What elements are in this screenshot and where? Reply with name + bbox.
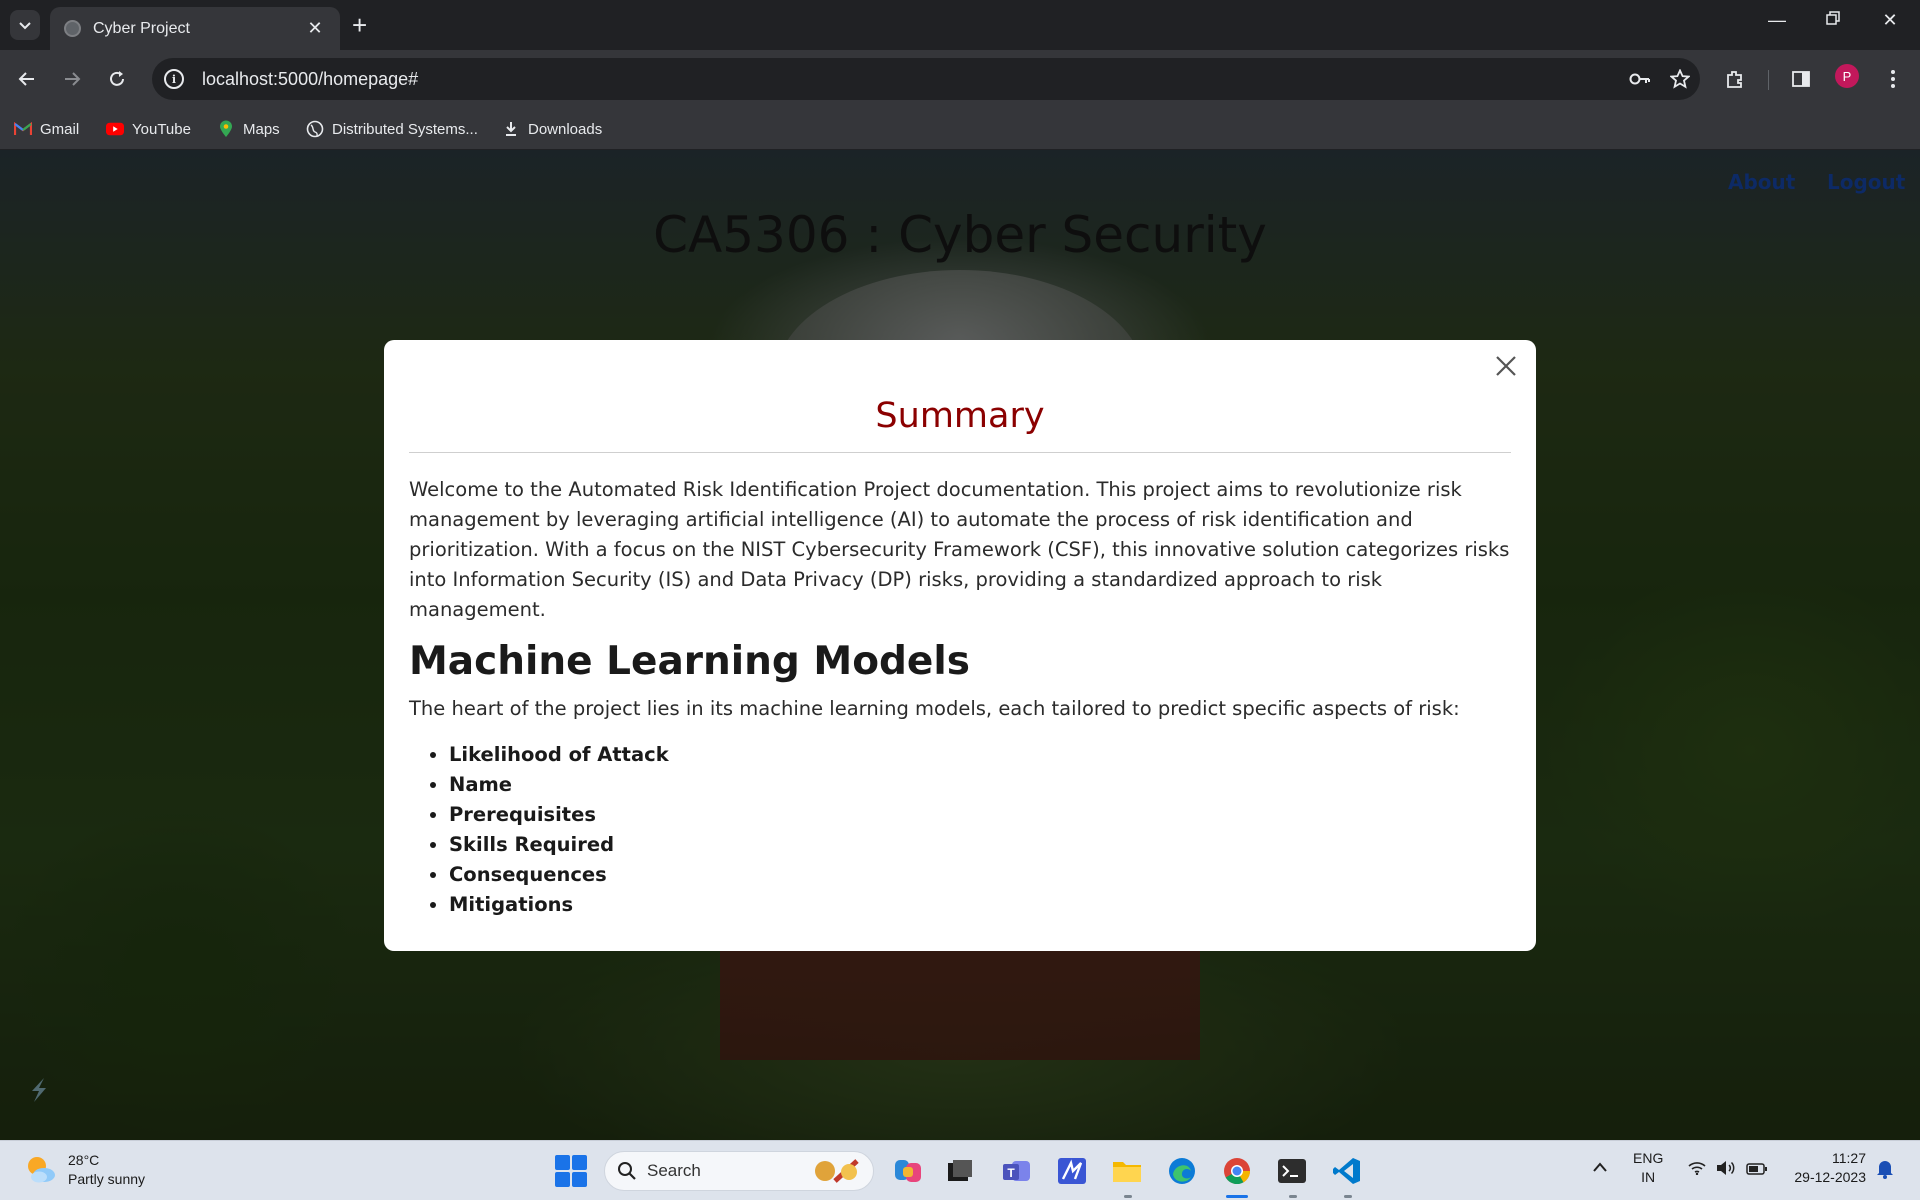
tab-title: Cyber Project: [93, 19, 190, 37]
language-indicator[interactable]: ENG IN: [1633, 1149, 1663, 1187]
bookmark-label: YouTube: [132, 120, 191, 138]
toolbar-divider: [1768, 70, 1769, 90]
menu-dots-icon[interactable]: [1878, 64, 1908, 94]
weather-temperature: 28°C: [68, 1152, 100, 1168]
running-indicator: [1124, 1195, 1132, 1198]
gmail-icon: [14, 120, 32, 138]
list-item: Consequences: [449, 860, 1511, 890]
minimize-icon[interactable]: —: [1757, 10, 1797, 31]
section-heading: Machine Learning Models: [409, 639, 970, 684]
bookmark-youtube[interactable]: YouTube: [106, 116, 191, 142]
bookmark-maps[interactable]: Maps: [217, 116, 280, 142]
terminal-icon[interactable]: [1274, 1153, 1310, 1189]
active-indicator: [1226, 1195, 1248, 1198]
bookmark-label: Gmail: [40, 120, 80, 138]
restore-icon[interactable]: [1813, 10, 1853, 31]
modal-title: Summary: [875, 396, 1045, 436]
clock[interactable]: 11:27 29-12-2023: [1786, 1149, 1866, 1187]
list-item: Prerequisites: [449, 800, 1511, 830]
windows-taskbar: 28°C Partly sunny Search T ENG IN 11:27 …: [0, 1140, 1920, 1200]
weather-description: Partly sunny: [68, 1171, 146, 1187]
search-highlight-icon: [815, 1159, 859, 1183]
task-view-icon[interactable]: [942, 1153, 978, 1189]
copilot-icon[interactable]: [890, 1153, 926, 1189]
chrome-icon[interactable]: [1219, 1153, 1255, 1189]
youtube-icon: [106, 120, 124, 138]
edge-icon[interactable]: [1164, 1153, 1200, 1189]
chevron-down-icon: [19, 22, 31, 30]
partly-sunny-icon: [24, 1153, 58, 1187]
tab-favicon-icon: [64, 20, 81, 37]
url-text[interactable]: localhost:5000/homepage#: [202, 69, 1620, 90]
extensions-icon[interactable]: [1720, 64, 1750, 94]
reload-icon[interactable]: [102, 64, 132, 94]
start-button[interactable]: [555, 1155, 587, 1187]
summary-modal: Summary Welcome to the Automated Risk Id…: [384, 340, 1536, 951]
running-indicator: [1344, 1195, 1352, 1198]
site-info-icon[interactable]: i: [164, 69, 184, 89]
maps-pin-icon: [217, 120, 235, 138]
modal-divider: [409, 452, 1511, 453]
bookmark-distributed-systems[interactable]: Distributed Systems...: [306, 116, 478, 142]
forward-icon[interactable]: [57, 64, 87, 94]
section-text: The heart of the project lies in its mac…: [409, 697, 1460, 720]
globe-icon: [306, 120, 324, 138]
wifi-icon[interactable]: [1688, 1161, 1706, 1180]
tab-search-button[interactable]: [10, 10, 40, 40]
bookmarks-bar: Gmail YouTube Maps Distributed Systems..…: [0, 108, 1920, 150]
taskbar-search[interactable]: Search: [604, 1151, 874, 1191]
list-item: Name: [449, 770, 1511, 800]
new-tab-button[interactable]: +: [352, 12, 367, 38]
close-icon[interactable]: [1492, 352, 1520, 380]
model-list: Likelihood of Attack Name Prerequisites …: [409, 740, 1511, 920]
vscode-icon[interactable]: [1329, 1153, 1365, 1189]
bookmark-star-icon[interactable]: [1660, 69, 1700, 89]
side-panel-icon[interactable]: [1786, 64, 1816, 94]
modal-intro-text: Welcome to the Automated Risk Identifica…: [409, 478, 1510, 621]
bookmark-label: Downloads: [528, 120, 603, 138]
list-item: Mitigations: [449, 890, 1511, 920]
region-code: IN: [1641, 1169, 1656, 1185]
file-explorer-icon[interactable]: [1109, 1153, 1145, 1189]
search-icon: [618, 1162, 636, 1180]
close-window-icon[interactable]: ✕: [1870, 10, 1910, 31]
tab-close-icon[interactable]: ✕: [304, 18, 326, 39]
nav-about-link[interactable]: About: [1728, 170, 1795, 194]
bookmark-gmail[interactable]: Gmail: [14, 116, 79, 142]
weather-widget[interactable]: 28°C Partly sunny: [24, 1151, 145, 1189]
profile-avatar[interactable]: P: [1835, 64, 1859, 88]
running-indicator: [1289, 1195, 1297, 1198]
side-logo-icon[interactable]: [24, 1075, 54, 1105]
language-code: ENG: [1633, 1150, 1664, 1166]
clock-date: 29-12-2023: [1794, 1169, 1866, 1185]
download-icon: [502, 120, 520, 138]
address-bar[interactable]: i localhost:5000/homepage#: [152, 58, 1700, 100]
teams-icon[interactable]: T: [999, 1153, 1035, 1189]
page-title: CA5306 : Cyber Security: [653, 206, 1267, 264]
volume-icon[interactable]: [1716, 1160, 1736, 1181]
search-label: Search: [647, 1161, 701, 1180]
browser-tab[interactable]: Cyber Project ✕: [50, 7, 340, 50]
list-item: Skills Required: [449, 830, 1511, 860]
battery-icon[interactable]: [1746, 1161, 1768, 1180]
password-key-icon[interactable]: [1620, 72, 1660, 86]
back-icon[interactable]: [12, 64, 42, 94]
notification-bell-icon[interactable]: [1876, 1159, 1894, 1184]
bookmark-downloads[interactable]: Downloads: [502, 116, 602, 142]
clock-time: 11:27: [1832, 1150, 1866, 1166]
tray-overflow-chevron-icon[interactable]: [1592, 1159, 1608, 1178]
nav-logout-link[interactable]: Logout: [1827, 170, 1905, 194]
bookmark-label: Distributed Systems...: [332, 120, 478, 138]
power-automate-icon[interactable]: [1054, 1153, 1090, 1189]
browser-tab-bar: Cyber Project ✕ + — ✕: [0, 0, 1920, 50]
bookmark-label: Maps: [243, 120, 280, 138]
browser-toolbar: i localhost:5000/homepage#: [0, 50, 1920, 108]
svg-text:T: T: [1007, 1166, 1015, 1180]
list-item: Likelihood of Attack: [449, 740, 1511, 770]
